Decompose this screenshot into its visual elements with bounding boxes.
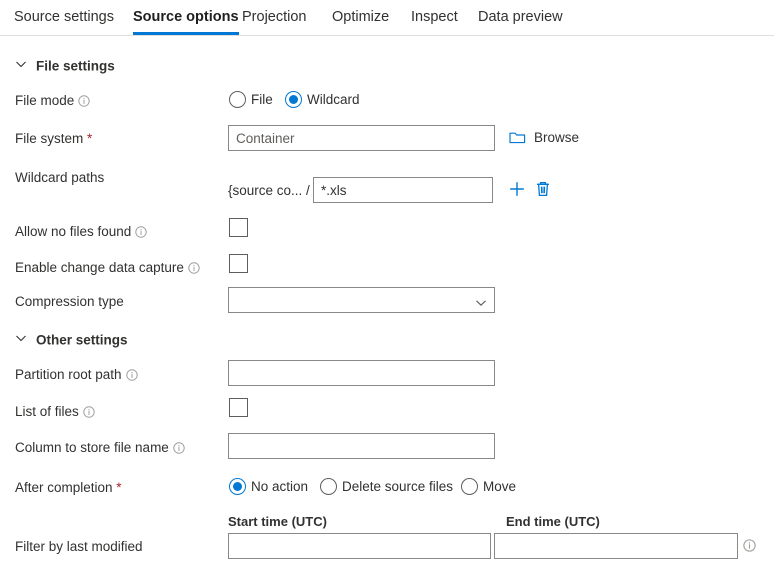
info-icon[interactable]: [173, 441, 185, 455]
tab-label: Optimize: [332, 9, 390, 25]
label-column-to-store-file-name: Column to store file name: [15, 439, 185, 457]
tab-label: Source settings: [14, 9, 114, 25]
tab-data-preview[interactable]: Data preview: [478, 0, 563, 35]
label-text: Allow no files found: [15, 224, 132, 239]
label-partition-root-path: Partition root path: [15, 366, 138, 384]
tab-label: Data preview: [478, 9, 563, 25]
tab-bar: Source settings Source options Projectio…: [0, 0, 774, 36]
end-time-column-title: End time (UTC): [506, 514, 600, 529]
info-icon[interactable]: [743, 539, 756, 557]
label-after-completion: After completion *: [15, 479, 122, 497]
tab-label: Inspect: [411, 9, 458, 25]
tab-source-options[interactable]: Source options: [133, 0, 239, 35]
section-header-other-settings[interactable]: Other settings: [15, 331, 128, 349]
label-file-mode: File mode: [15, 92, 90, 110]
label-text: List of files: [15, 404, 79, 419]
label-text: File system: [15, 131, 84, 146]
radio-label: Delete source files: [342, 479, 454, 494]
info-icon[interactable]: [135, 225, 148, 239]
enable-change-data-capture-checkbox[interactable]: [229, 254, 248, 273]
filter-start-time-input[interactable]: [228, 533, 491, 559]
delete-wildcard-path-button[interactable]: [534, 180, 552, 203]
label-text: Enable change data capture: [15, 260, 184, 275]
start-time-column-title: Start time (UTC): [228, 514, 327, 529]
radio-label: Wildcard: [307, 92, 360, 107]
label-filter-by-last-modified: Filter by last modified: [15, 538, 143, 556]
radio-label: No action: [251, 479, 309, 494]
label-compression-type: Compression type: [15, 293, 124, 311]
section-title: Other settings: [36, 332, 128, 348]
folder-icon: [509, 130, 526, 145]
tab-inspect[interactable]: Inspect: [411, 0, 458, 35]
radio-indicator: [461, 478, 478, 495]
section-title: File settings: [36, 58, 115, 74]
label-enable-change-data-capture: Enable change data capture: [15, 259, 200, 277]
label-text: Partition root path: [15, 367, 122, 382]
filter-end-time-input[interactable]: [494, 533, 738, 559]
browse-label: Browse: [534, 130, 580, 145]
compression-type-dropdown[interactable]: [228, 287, 495, 313]
radio-label: File: [251, 92, 273, 107]
label-text: Filter by last modified: [15, 539, 143, 554]
wildcard-path-input[interactable]: [313, 177, 493, 203]
section-header-file-settings[interactable]: File settings: [15, 57, 115, 75]
add-wildcard-path-button[interactable]: [508, 180, 526, 203]
chevron-down-icon: [475, 295, 487, 306]
label-list-of-files: List of files: [15, 403, 95, 421]
radio-indicator: [229, 478, 246, 495]
tab-label: Projection: [242, 9, 307, 25]
label-allow-no-files-found: Allow no files found: [15, 223, 148, 241]
radio-indicator: [320, 478, 337, 495]
tab-optimize[interactable]: Optimize: [332, 0, 389, 35]
chevron-down-icon: [15, 57, 29, 75]
tab-bar-divider: [0, 35, 774, 36]
chevron-down-icon: [15, 331, 29, 349]
tab-projection[interactable]: Projection: [242, 0, 306, 35]
label-wildcard-paths: Wildcard paths: [15, 169, 104, 187]
tab-label: Source options: [133, 9, 239, 25]
info-icon[interactable]: [125, 368, 138, 382]
wildcard-path-prefix: {source co... /: [228, 183, 310, 198]
label-text: Column to store file name: [15, 440, 169, 455]
tab-source-settings[interactable]: Source settings: [14, 0, 114, 35]
label-text: Compression type: [15, 294, 124, 309]
radio-label: Move: [483, 479, 517, 494]
required-asterisk: *: [112, 480, 122, 495]
partition-root-path-input[interactable]: [228, 360, 495, 386]
info-icon[interactable]: [188, 261, 200, 275]
label-text: File mode: [15, 93, 75, 108]
list-of-files-checkbox[interactable]: [229, 398, 248, 417]
radio-indicator: [229, 91, 246, 108]
label-file-system: File system *: [15, 130, 92, 148]
radio-indicator: [285, 91, 302, 108]
label-text: After completion: [15, 480, 113, 495]
file-system-input[interactable]: [228, 125, 495, 151]
info-icon[interactable]: [83, 405, 95, 419]
info-icon[interactable]: [78, 94, 90, 108]
column-to-store-file-name-input[interactable]: [228, 433, 495, 459]
label-text: Wildcard paths: [15, 170, 105, 185]
allow-no-files-found-checkbox[interactable]: [229, 218, 248, 237]
required-asterisk: *: [83, 131, 93, 146]
